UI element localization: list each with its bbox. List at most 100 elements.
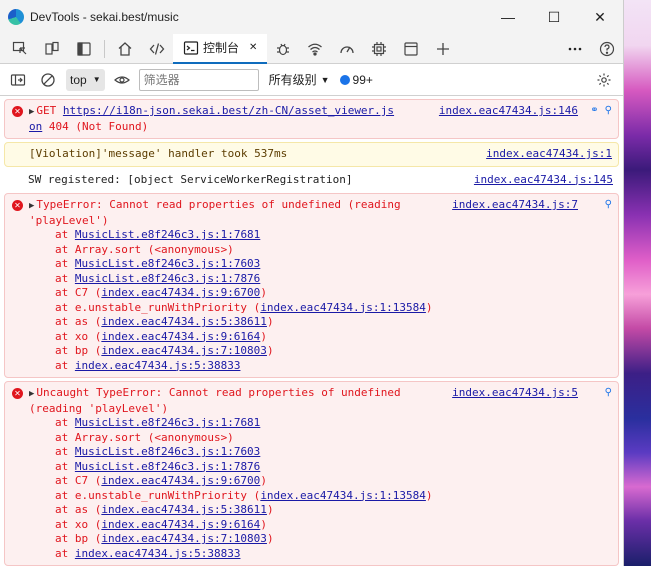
- devtools-window: DevTools - sekai.best/music — ☐ ✕ 控制台 ✕: [0, 0, 624, 566]
- log-levels-dropdown[interactable]: 所有级别 ▼: [269, 71, 330, 88]
- show-sidebar-icon: [10, 73, 26, 86]
- gauge-icon: [340, 45, 355, 53]
- message-text: Uncaught TypeError: Cannot read properti…: [36, 386, 401, 399]
- stack-frame: at index.eac47434.js:5:38833: [29, 359, 612, 374]
- stack-frame: at as (index.eac47434.js:5:38611): [29, 315, 612, 330]
- stack-frame-link[interactable]: MusicList.e8f246c3.js:1:7603: [75, 445, 260, 458]
- log-levels-label: 所有级别: [268, 73, 317, 87]
- stack-frame-text: at: [55, 459, 75, 473]
- request-url-link[interactable]: https://i18n-json.sekai.best/zh-CN/asset…: [63, 104, 394, 117]
- stack-frame-link[interactable]: index.eac47434.js:5:38611: [101, 503, 267, 516]
- search-icon[interactable]: ⚲: [605, 104, 612, 119]
- stack-frame-link[interactable]: index.eac47434.js:5:38833: [75, 359, 241, 372]
- issues-counter[interactable]: 99+: [339, 73, 373, 87]
- stack-frame-text: ): [425, 488, 433, 502]
- application-tab[interactable]: [395, 34, 427, 64]
- help-button[interactable]: [591, 34, 623, 64]
- message-source-link[interactable]: index.eac47434.js:7: [452, 198, 578, 213]
- console-settings-button[interactable]: [593, 65, 615, 95]
- console-message-error: ✕ index.eac47434.js:146 ⚭ ⚲ ▶ GET https:/…: [4, 99, 619, 139]
- stack-frame-text: ): [260, 329, 267, 343]
- stack-frame-text: at: [55, 358, 75, 372]
- inspect-element-button[interactable]: [4, 34, 36, 64]
- stack-frame-link[interactable]: index.eac47434.js:9:6700: [101, 474, 260, 487]
- dropdown-arrow-icon: ▼: [92, 75, 101, 84]
- expand-triangle-icon[interactable]: ▶: [29, 201, 34, 211]
- live-expression-button[interactable]: [111, 65, 133, 95]
- stack-frame-link[interactable]: index.eac47434.js:9:6164: [101, 330, 260, 343]
- message-text: SW registered: [object ServiceWorkerRegi…: [28, 172, 353, 186]
- close-button[interactable]: ✕: [577, 0, 623, 34]
- more-tools-button[interactable]: [427, 34, 459, 64]
- expand-triangle-icon[interactable]: ▶: [29, 389, 34, 399]
- stack-frame: at bp (index.eac47434.js:7:10803): [29, 344, 612, 359]
- expand-triangle-icon[interactable]: ▶: [29, 107, 34, 117]
- message-source-link[interactable]: index.eac47434.js:145: [474, 173, 613, 188]
- help-icon: [599, 41, 615, 56]
- message-source-link[interactable]: index.eac47434.js:5: [452, 386, 578, 401]
- stack-frame: at as (index.eac47434.js:5:38611): [29, 503, 612, 518]
- message-source-link[interactable]: index.eac47434.js:146: [439, 104, 578, 119]
- message-source-link[interactable]: index.eac47434.js:1: [486, 147, 612, 162]
- sidebar-icon: [77, 41, 91, 56]
- stack-frame-link[interactable]: MusicList.e8f246c3.js:1:7876: [75, 460, 260, 473]
- stack-frame-link[interactable]: index.eac47434.js:7:10803: [101, 344, 267, 357]
- device-emulation-button[interactable]: [36, 34, 68, 64]
- console-message-error: ✕ index.eac47434.js:7 ⚲ ▶ TypeError: Cann…: [4, 193, 619, 378]
- memory-tab[interactable]: [363, 34, 395, 64]
- dock-side-button[interactable]: [68, 34, 100, 64]
- filter-input[interactable]: [138, 68, 259, 91]
- stack-frame-link[interactable]: index.eac47434.js:7:10803: [101, 532, 267, 545]
- clear-icon: [41, 72, 55, 87]
- welcome-tab[interactable]: [109, 34, 141, 64]
- stack-frame-text: ): [425, 300, 433, 314]
- stack-frame-link[interactable]: index.eac47434.js:9:6164: [101, 518, 260, 531]
- window-title: DevTools - sekai.best/music: [30, 10, 179, 24]
- close-tab-icon[interactable]: ✕: [249, 42, 257, 53]
- elements-tab[interactable]: [141, 34, 173, 64]
- console-filter-bar: top ▼ 所有级别 ▼ 99+: [0, 64, 623, 96]
- search-icon[interactable]: ⚲: [605, 198, 612, 213]
- network-request-icon[interactable]: ⚭: [590, 104, 598, 119]
- network-tab[interactable]: [299, 34, 331, 64]
- wifi-icon: [308, 43, 323, 56]
- chip-icon: [372, 41, 387, 56]
- error-icon: ✕: [12, 200, 23, 211]
- stack-frame: at xo (index.eac47434.js:9:6164): [29, 330, 612, 345]
- stack-frame-link[interactable]: index.eac47434.js:5:38611: [101, 315, 267, 328]
- stack-frame-link[interactable]: MusicList.e8f246c3.js:1:7876: [75, 272, 260, 285]
- tab-console[interactable]: 控制台 ✕: [173, 33, 268, 64]
- stack-frame-link[interactable]: index.eac47434.js:1:13584: [260, 301, 426, 314]
- gear-icon: [597, 73, 611, 86]
- stack-frame-text: at as (: [55, 315, 102, 328]
- sidebar-toggle-button[interactable]: [6, 65, 30, 95]
- console-message-error: ✕ index.eac47434.js:5 ⚲ ▶ Uncaught TypeEr…: [4, 381, 619, 566]
- minimize-button[interactable]: —: [485, 0, 531, 34]
- eye-icon: [113, 75, 130, 84]
- stack-frame-link[interactable]: index.eac47434.js:9:6700: [101, 286, 260, 299]
- sources-tab[interactable]: [267, 34, 299, 64]
- customize-menu-button[interactable]: [559, 34, 591, 64]
- stack-frame-link[interactable]: MusicList.e8f246c3.js:1:7681: [75, 228, 260, 241]
- request-url-link-continued[interactable]: on: [29, 120, 42, 133]
- stack-frame-link[interactable]: MusicList.e8f246c3.js:1:7681: [75, 416, 260, 429]
- tab-console-label: 控制台: [203, 41, 240, 55]
- search-icon[interactable]: ⚲: [605, 386, 612, 401]
- stack-frame-text: at Array.sort (<anonymous>): [55, 242, 234, 256]
- stack-frame: at MusicList.e8f246c3.js:1:7603: [29, 445, 612, 460]
- clear-console-button[interactable]: [36, 65, 60, 95]
- title-bar: DevTools - sekai.best/music — ☐ ✕: [0, 0, 623, 34]
- stack-frame-text: ): [266, 503, 274, 516]
- stack-frame-link[interactable]: index.eac47434.js:5:38833: [75, 547, 241, 560]
- stack-frame-link[interactable]: index.eac47434.js:1:13584: [260, 489, 426, 502]
- message-status: 404 (Not Found): [42, 119, 149, 133]
- stack-frame-text: at xo (: [55, 329, 102, 343]
- stack-frame-text: at: [55, 546, 75, 560]
- maximize-button[interactable]: ☐: [531, 0, 577, 34]
- context-select[interactable]: top ▼: [66, 68, 105, 91]
- stack-frame: at MusicList.e8f246c3.js:1:7603: [29, 257, 612, 272]
- edge-icon: [8, 9, 24, 25]
- bug-icon: [277, 43, 290, 55]
- stack-frame-link[interactable]: MusicList.e8f246c3.js:1:7603: [75, 257, 260, 270]
- performance-tab[interactable]: [331, 34, 363, 64]
